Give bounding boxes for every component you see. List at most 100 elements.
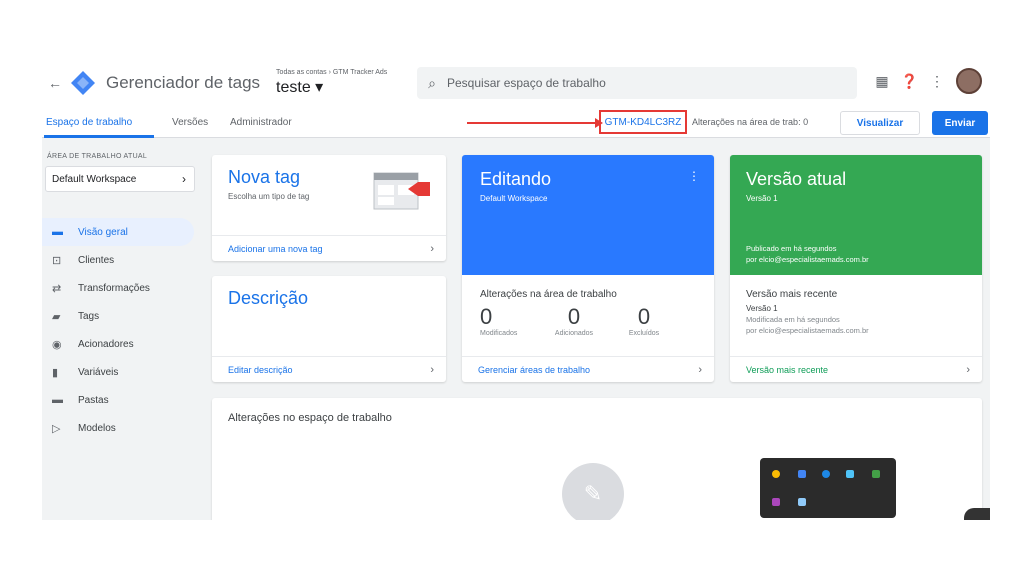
sidebar-item-folders[interactable]: ▬ Pastas [42,386,194,414]
latest-version-link-label: Versão mais recente [746,364,829,375]
help-icon[interactable]: ❓ [901,73,918,90]
breadcrumb: Todas as contas › GTM Tracker Ads [276,69,388,76]
search-icon: ⌕ [428,74,436,91]
app-icon[interactable] [798,470,806,478]
trigger-icon: ◉ [52,338,62,351]
sidebar-item-clients[interactable]: ⊡ Clientes [42,246,194,274]
change-counts: 0 Modificados 0 Adicionados 0 Excluídos [480,304,674,338]
client-icon: ⊡ [52,254,62,267]
active-tab-indicator [44,135,154,138]
description-card[interactable]: Descrição Editar descrição › [212,276,446,382]
sidebar-item-label: Transformações [78,282,150,294]
editing-workspace: Default Workspace [480,194,548,203]
tag-icon: ▰ [52,310,61,323]
add-new-tag-link[interactable]: Adicionar uma nova tag › [212,235,446,261]
transform-icon: ⇄ [52,282,62,295]
manage-workspaces-link[interactable]: Gerenciar áreas de trabalho › [462,356,714,382]
tab-versions[interactable]: Versões [172,117,208,128]
toolbar-icons: ▦ ❓ ⋮ [875,68,982,94]
sidebar-item-label: Clientes [78,254,115,266]
latest-version-author: por elcio@especialistaemads.com.br [746,326,869,335]
latest-version-link[interactable]: Versão mais recente › [730,356,982,382]
current-version-card[interactable]: Versão atual Versão 1 Publicado em há se… [730,155,982,382]
current-version-title: Versão atual [746,169,847,189]
new-tag-illustration-icon [372,171,430,210]
workspace-name: Default Workspace [52,173,137,185]
bluetooth-icon[interactable] [822,470,830,478]
tab-admin[interactable]: Administrador [230,117,292,128]
editing-header: Editando Default Workspace ⋮ [462,155,714,275]
editing-title: Editando [480,169,552,189]
app-icon[interactable] [872,470,880,478]
added-label: Adicionados [554,330,594,337]
submit-button[interactable]: Enviar [932,111,988,135]
account-switcher[interactable]: Todas as contas › GTM Tracker Ads teste … [276,69,387,97]
gtm-logo-icon [70,70,96,96]
more-vert-icon[interactable]: ⋮ [688,169,700,183]
folder-icon: ▬ [52,394,63,406]
workspace-selector[interactable]: Default Workspace › [45,166,195,192]
manage-workspaces-label: Gerenciar áreas de trabalho [478,364,591,375]
current-version-number: Versão 1 [746,194,778,203]
app-icon[interactable] [798,498,806,506]
new-tag-card[interactable]: Nova tag Escolha um tipo de tag Adiciona… [212,155,446,261]
container-name[interactable]: teste ▾ [276,77,387,97]
template-icon: ▷ [52,422,61,435]
search-bar[interactable]: ⌕ Pesquisar espaço de trabalho [417,67,857,99]
description-title: Descrição [228,288,309,308]
gtm-window: ← Gerenciador de tags Todas as contas › … [42,58,990,520]
editing-card[interactable]: Editando Default Workspace ⋮ Alterações … [462,155,714,382]
latest-version-title: Versão mais recente [746,289,838,300]
back-arrow-icon[interactable]: ← [44,75,66,91]
folder-icon: ▬ [52,226,63,238]
sidebar-item-overview[interactable]: ▬ Visão geral [42,218,194,246]
workspace-changes-title: Alterações na área de trabalho [480,289,617,300]
preview-button[interactable]: Visualizar [840,111,920,135]
tab-workspace[interactable]: Espaço de trabalho [46,117,132,128]
sidebar-item-transformations[interactable]: ⇄ Transformações [42,274,194,302]
annotation-arrow [467,122,597,124]
published-time: Publicado em há segundos [746,244,837,253]
app-dock [760,458,896,518]
workspace-label: ÁREA DE TRABALHO ATUAL [47,153,148,160]
latest-version-modified: Modificada em há segundos [746,315,840,324]
deleted-count: 0 [637,304,651,329]
edit-description-label: Editar descrição [228,364,293,375]
modified-count: 0 [480,304,493,329]
sidebar-item-label: Tags [78,310,100,322]
apps-grid-icon[interactable]: ▦ [875,73,888,90]
chevron-right-icon: › [698,363,702,376]
sidebar-item-triggers[interactable]: ◉ Acionadores [42,330,194,358]
chrome-icon[interactable] [772,470,780,478]
app-icon[interactable] [846,470,854,478]
sidebar-nav: ▬ Visão geral ⊡ Clientes ⇄ Transformaçõe… [42,218,194,442]
edit-description-link[interactable]: Editar descrição › [212,356,446,382]
workspace-changes-count: Alterações na área de trab: 0 [692,117,809,127]
pencil-icon[interactable]: ✎ [562,463,624,520]
sidebar-item-templates[interactable]: ▷ Modelos [42,414,194,442]
chevron-right-icon: › [430,363,434,376]
pen-icon[interactable] [772,498,780,506]
sidebar-item-label: Acionadores [78,338,134,350]
sidebar-item-label: Visão geral [78,226,128,238]
more-vert-icon[interactable]: ⋮ [930,73,944,90]
sidebar-item-variables[interactable]: ▮ Variáveis [42,358,194,386]
chevron-right-icon: › [966,363,970,376]
tabs-row: Espaço de trabalho Versões Administrador… [42,108,990,138]
deleted-label: Excluídos [628,330,660,337]
sidebar-item-label: Variáveis [78,366,119,378]
published-by: por elcio@especialistaemads.com.br [746,255,869,264]
sidebar-item-label: Pastas [78,394,109,406]
changes-panel-title: Alterações no espaço de trabalho [228,412,392,424]
add-new-tag-label: Adicionar uma nova tag [228,243,323,254]
avatar[interactable] [956,68,982,94]
variable-icon: ▮ [52,366,59,379]
modified-label: Modificados [480,330,518,337]
container-id[interactable]: GTM-KD4LC3RZ [599,110,687,134]
sidebar-item-tags[interactable]: ▰ Tags [42,302,194,330]
app-title: Gerenciador de tags [106,73,261,92]
chevron-right-icon: › [182,172,186,186]
added-count: 0 [567,304,581,329]
search-input[interactable]: Pesquisar espaço de trabalho [447,76,606,90]
sidebar-item-label: Modelos [78,422,116,434]
